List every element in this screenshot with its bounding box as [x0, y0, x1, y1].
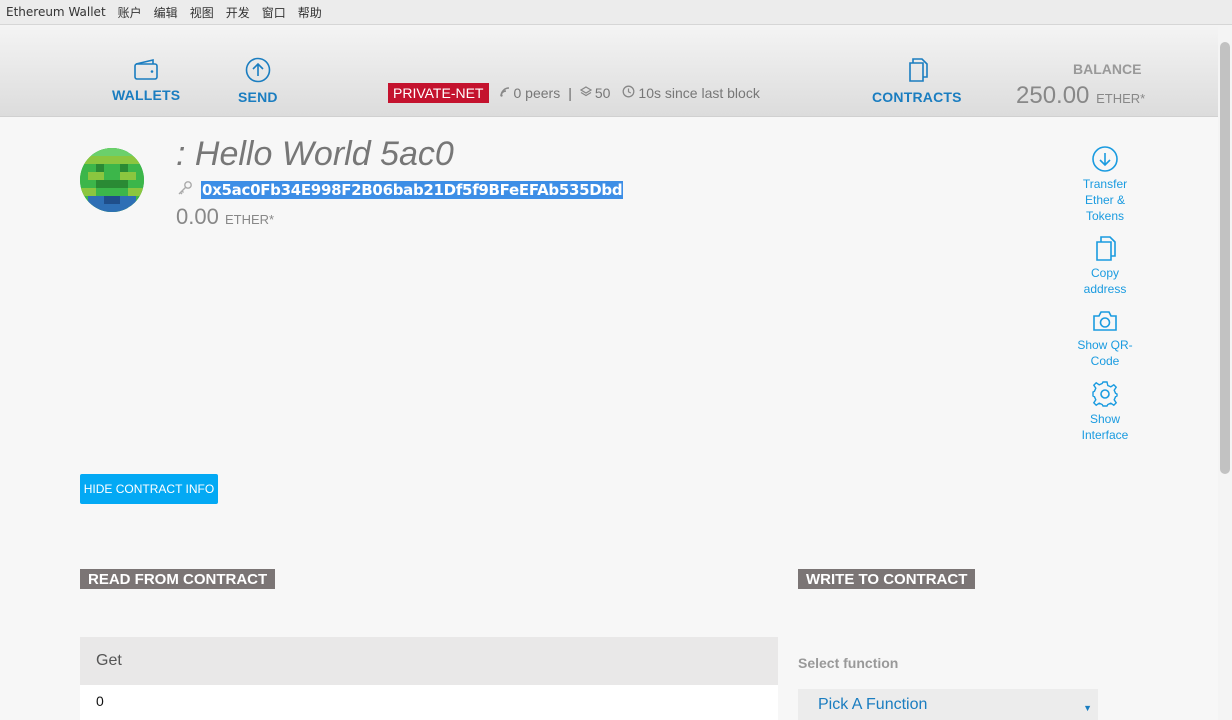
copy-address-action[interactable]: Copy address [1070, 234, 1140, 297]
block-number: 50 [594, 85, 611, 101]
total-balance-unit: ETHER* [1096, 91, 1146, 106]
contract-balance-value: 0.00 [176, 204, 219, 229]
show-interface-action[interactable]: Show Interface [1070, 380, 1140, 443]
network-badge: PRIVATE-NET [388, 83, 489, 103]
nav-send-label: SEND [238, 89, 278, 105]
menu-develop[interactable]: 开发 [226, 4, 250, 21]
read-function-value-text: 0 [96, 693, 104, 709]
transfer-action[interactable]: Transfer Ether & Tokens [1070, 145, 1140, 224]
nav-wallets[interactable]: WALLETS [112, 57, 180, 103]
contract-balance: 0.00 ETHER* [176, 204, 274, 230]
menu-accounts[interactable]: 账户 [118, 4, 142, 21]
last-block-time: 10s since last block [638, 85, 760, 101]
read-contract-header: READ FROM CONTRACT [80, 569, 276, 589]
menu-help[interactable]: 帮助 [298, 4, 322, 21]
show-qr-action[interactable]: Show QR-Code [1070, 308, 1140, 369]
hide-contract-info-button[interactable]: HIDE CONTRACT INFO [80, 474, 218, 504]
function-picker-select[interactable]: Pick A Function ▼ [798, 689, 1098, 720]
arrow-down-circle-icon [1092, 146, 1118, 172]
gear-icon [1092, 381, 1118, 407]
contract-balance-unit: ETHER* [224, 212, 275, 227]
transfer-label: Transfer Ether & Tokens [1082, 177, 1128, 223]
peers-count: 0 peers [513, 85, 561, 101]
documents-icon [909, 58, 928, 82]
network-status: PRIVATE-NET 0 peers | 50 10s since last … [388, 83, 772, 103]
contract-identicon [80, 148, 144, 212]
contract-title: : Hello World 5ac0 [176, 135, 454, 173]
copy-address-label: Copy address [1083, 266, 1127, 296]
write-contract-header: WRITE TO CONTRACT [798, 569, 976, 589]
total-balance: 250.00 ETHER* [1016, 82, 1145, 110]
menu-app-name[interactable]: Ethereum Wallet [6, 5, 106, 19]
layers-icon [579, 85, 593, 101]
show-qr-label: Show QR-Code [1077, 338, 1133, 368]
camera-icon [1093, 311, 1117, 331]
menu-window[interactable]: 窗口 [262, 4, 286, 21]
peers-icon [499, 86, 511, 101]
copy-icon [1096, 236, 1116, 261]
nav-contracts[interactable]: CONTRACTS [872, 57, 962, 105]
key-icon [177, 180, 193, 201]
status-separator: | [568, 85, 572, 101]
balance-label: BALANCE [1073, 61, 1142, 77]
nav-wallets-label: WALLETS [112, 87, 181, 103]
scrollbar-thumb[interactable] [1220, 42, 1230, 474]
select-function-label: Select function [798, 655, 899, 671]
header: WALLETS SEND PRIVATE-NET 0 peers | 50 10… [0, 25, 1218, 117]
clock-icon [622, 85, 635, 101]
show-interface-label: Show Interface [1081, 412, 1129, 442]
read-function-value: 0 [80, 685, 778, 720]
read-function-name: Get [80, 637, 778, 685]
nav-contracts-label: CONTRACTS [872, 89, 962, 105]
function-picker-value: Pick A Function [818, 696, 928, 713]
total-balance-value: 250.00 [1016, 82, 1090, 109]
menu-edit[interactable]: 编辑 [154, 4, 178, 21]
contract-address[interactable]: 0x5ac0Fb34E998F2B06bab21Df5f9BFeEFAb535D… [201, 181, 624, 199]
menubar: Ethereum Wallet 账户 编辑 视图 开发 窗口 帮助 [0, 0, 1232, 25]
nav-send[interactable]: SEND [238, 57, 278, 105]
arrow-up-circle-icon [245, 57, 271, 83]
menu-view[interactable]: 视图 [190, 4, 214, 21]
chevron-down-icon: ▼ [1083, 703, 1092, 713]
wallet-icon [134, 58, 158, 80]
